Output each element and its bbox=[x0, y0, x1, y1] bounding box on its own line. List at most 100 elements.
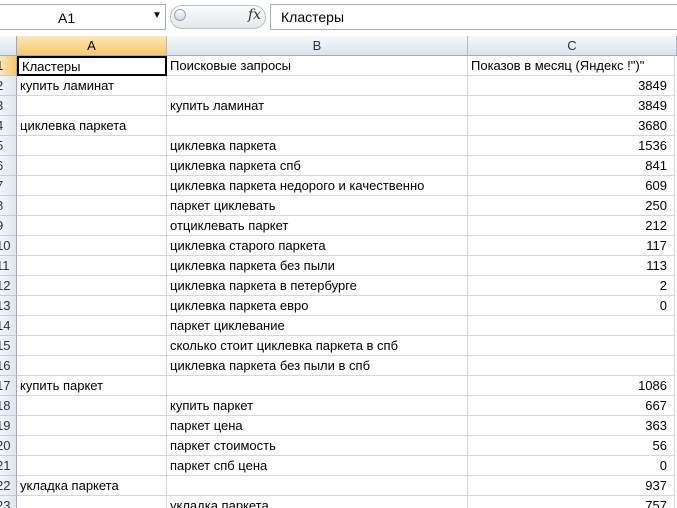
cell-a[interactable] bbox=[17, 256, 167, 276]
resize-handle-icon[interactable] bbox=[174, 9, 186, 21]
cell-c[interactable]: 3680 bbox=[468, 116, 675, 136]
cell-a[interactable]: купить паркет bbox=[17, 376, 167, 396]
cell-b[interactable]: отциклевать паркет bbox=[167, 216, 468, 236]
row-header[interactable]: 2 bbox=[0, 76, 17, 96]
cell-a[interactable]: укладка паркета bbox=[17, 476, 167, 496]
cell-c[interactable]: 113 bbox=[468, 256, 675, 276]
row-header[interactable]: 4 bbox=[0, 116, 17, 136]
cell-c[interactable]: Показов в месяц (Яндекс !")" bbox=[468, 56, 675, 76]
row-header[interactable]: 21 bbox=[0, 456, 17, 476]
cell-c[interactable]: 3849 bbox=[468, 76, 675, 96]
row-header[interactable]: 3 bbox=[0, 96, 17, 116]
row-header[interactable]: 14 bbox=[0, 316, 17, 336]
row-header[interactable]: 6 bbox=[0, 156, 17, 176]
chevron-down-icon[interactable]: ▼ bbox=[152, 10, 162, 21]
cell-c[interactable]: 667 bbox=[468, 396, 675, 416]
cell-a[interactable] bbox=[17, 356, 167, 376]
row-header[interactable]: 1 bbox=[0, 56, 17, 76]
cell-a[interactable] bbox=[17, 276, 167, 296]
row-header[interactable]: 5 bbox=[0, 136, 17, 156]
column-header-a[interactable]: A bbox=[17, 36, 167, 56]
insert-function-icon[interactable]: fx bbox=[248, 7, 261, 23]
row-header[interactable]: 13 bbox=[0, 296, 17, 316]
cell-b[interactable]: паркет спб цена bbox=[167, 456, 468, 476]
cell-b[interactable]: паркет цена bbox=[167, 416, 468, 436]
cell-c[interactable]: 609 bbox=[468, 176, 675, 196]
cell-c[interactable]: 0 bbox=[468, 456, 675, 476]
cell-c[interactable]: 757 bbox=[468, 496, 675, 508]
select-all-corner[interactable] bbox=[0, 36, 17, 56]
row-header[interactable]: 23 bbox=[0, 496, 17, 508]
cell-b[interactable]: сколько стоит циклевка паркета в спб bbox=[167, 336, 468, 356]
cell-c[interactable]: 212 bbox=[468, 216, 675, 236]
cell-b[interactable]: циклевка паркета спб bbox=[167, 156, 468, 176]
cell-c[interactable]: 363 bbox=[468, 416, 675, 436]
cell-b[interactable]: купить ламинат bbox=[167, 96, 468, 116]
row-header[interactable]: 22 bbox=[0, 476, 17, 496]
row-header[interactable]: 16 bbox=[0, 356, 17, 376]
cell-c[interactable] bbox=[468, 356, 675, 376]
cell-a[interactable]: циклевка паркета bbox=[17, 116, 167, 136]
cell-a[interactable] bbox=[17, 296, 167, 316]
cell-c[interactable]: 56 bbox=[468, 436, 675, 456]
cell-a[interactable]: Кластеры bbox=[17, 56, 167, 76]
cell-b[interactable]: циклевка паркета недорого и качественно bbox=[167, 176, 468, 196]
cell-a[interactable] bbox=[17, 176, 167, 196]
row-header[interactable]: 11 bbox=[0, 256, 17, 276]
cell-a[interactable] bbox=[17, 336, 167, 356]
cell-a[interactable] bbox=[17, 456, 167, 476]
cell-c[interactable]: 1536 bbox=[468, 136, 675, 156]
row-header[interactable]: 18 bbox=[0, 396, 17, 416]
row-header[interactable]: 12 bbox=[0, 276, 17, 296]
cell-b[interactable] bbox=[167, 116, 468, 136]
row-header[interactable]: 10 bbox=[0, 236, 17, 256]
cell-c[interactable]: 3849 bbox=[468, 96, 675, 116]
row-header[interactable]: 8 bbox=[0, 196, 17, 216]
cell-a[interactable] bbox=[17, 136, 167, 156]
name-box[interactable]: A1 ▼ bbox=[0, 4, 166, 30]
cell-c[interactable]: 2 bbox=[468, 276, 675, 296]
row-header[interactable]: 17 bbox=[0, 376, 17, 396]
cell-a[interactable] bbox=[17, 196, 167, 216]
cell-b[interactable]: циклевка паркета bbox=[167, 136, 468, 156]
cell-a[interactable] bbox=[17, 316, 167, 336]
cell-a[interactable] bbox=[17, 436, 167, 456]
cell-b[interactable] bbox=[167, 476, 468, 496]
cell-a[interactable] bbox=[17, 96, 167, 116]
cell-c[interactable]: 117 bbox=[468, 236, 675, 256]
cell-b[interactable]: укладка паркета bbox=[167, 496, 468, 508]
cell-a[interactable]: купить ламинат bbox=[17, 76, 167, 96]
cell-c[interactable]: 841 bbox=[468, 156, 675, 176]
column-header-b[interactable]: B bbox=[167, 36, 468, 56]
cell-a[interactable] bbox=[17, 416, 167, 436]
column-header-c[interactable]: C bbox=[468, 36, 677, 56]
cell-b[interactable]: купить паркет bbox=[167, 396, 468, 416]
cell-b[interactable]: паркет циклевание bbox=[167, 316, 468, 336]
cell-c[interactable] bbox=[468, 336, 675, 356]
cell-a[interactable] bbox=[17, 156, 167, 176]
cell-b[interactable] bbox=[167, 76, 468, 96]
cell-b[interactable]: паркет циклевать bbox=[167, 196, 468, 216]
row-header[interactable]: 9 bbox=[0, 216, 17, 236]
cell-b[interactable]: циклевка старого паркета bbox=[167, 236, 468, 256]
cell-c[interactable]: 1086 bbox=[468, 376, 675, 396]
cell-c[interactable]: 0 bbox=[468, 296, 675, 316]
row-header[interactable]: 20 bbox=[0, 436, 17, 456]
formula-input[interactable]: Кластеры bbox=[270, 4, 677, 30]
cell-a[interactable] bbox=[17, 496, 167, 508]
cell-c[interactable] bbox=[468, 316, 675, 336]
cell-a[interactable] bbox=[17, 396, 167, 416]
cell-b[interactable]: циклевка паркета без пыли в спб bbox=[167, 356, 468, 376]
cell-c[interactable]: 250 bbox=[468, 196, 675, 216]
cell-a[interactable] bbox=[17, 216, 167, 236]
cell-b[interactable]: циклевка паркета в петербурге bbox=[167, 276, 468, 296]
cell-b[interactable]: циклевка паркета без пыли bbox=[167, 256, 468, 276]
cell-b[interactable] bbox=[167, 376, 468, 396]
row-header[interactable]: 19 bbox=[0, 416, 17, 436]
cell-b[interactable]: Поисковые запросы bbox=[167, 56, 468, 76]
cell-b[interactable]: паркет стоимость bbox=[167, 436, 468, 456]
cell-c[interactable]: 937 bbox=[468, 476, 675, 496]
cell-a[interactable] bbox=[17, 236, 167, 256]
row-header[interactable]: 15 bbox=[0, 336, 17, 356]
row-header[interactable]: 7 bbox=[0, 176, 17, 196]
